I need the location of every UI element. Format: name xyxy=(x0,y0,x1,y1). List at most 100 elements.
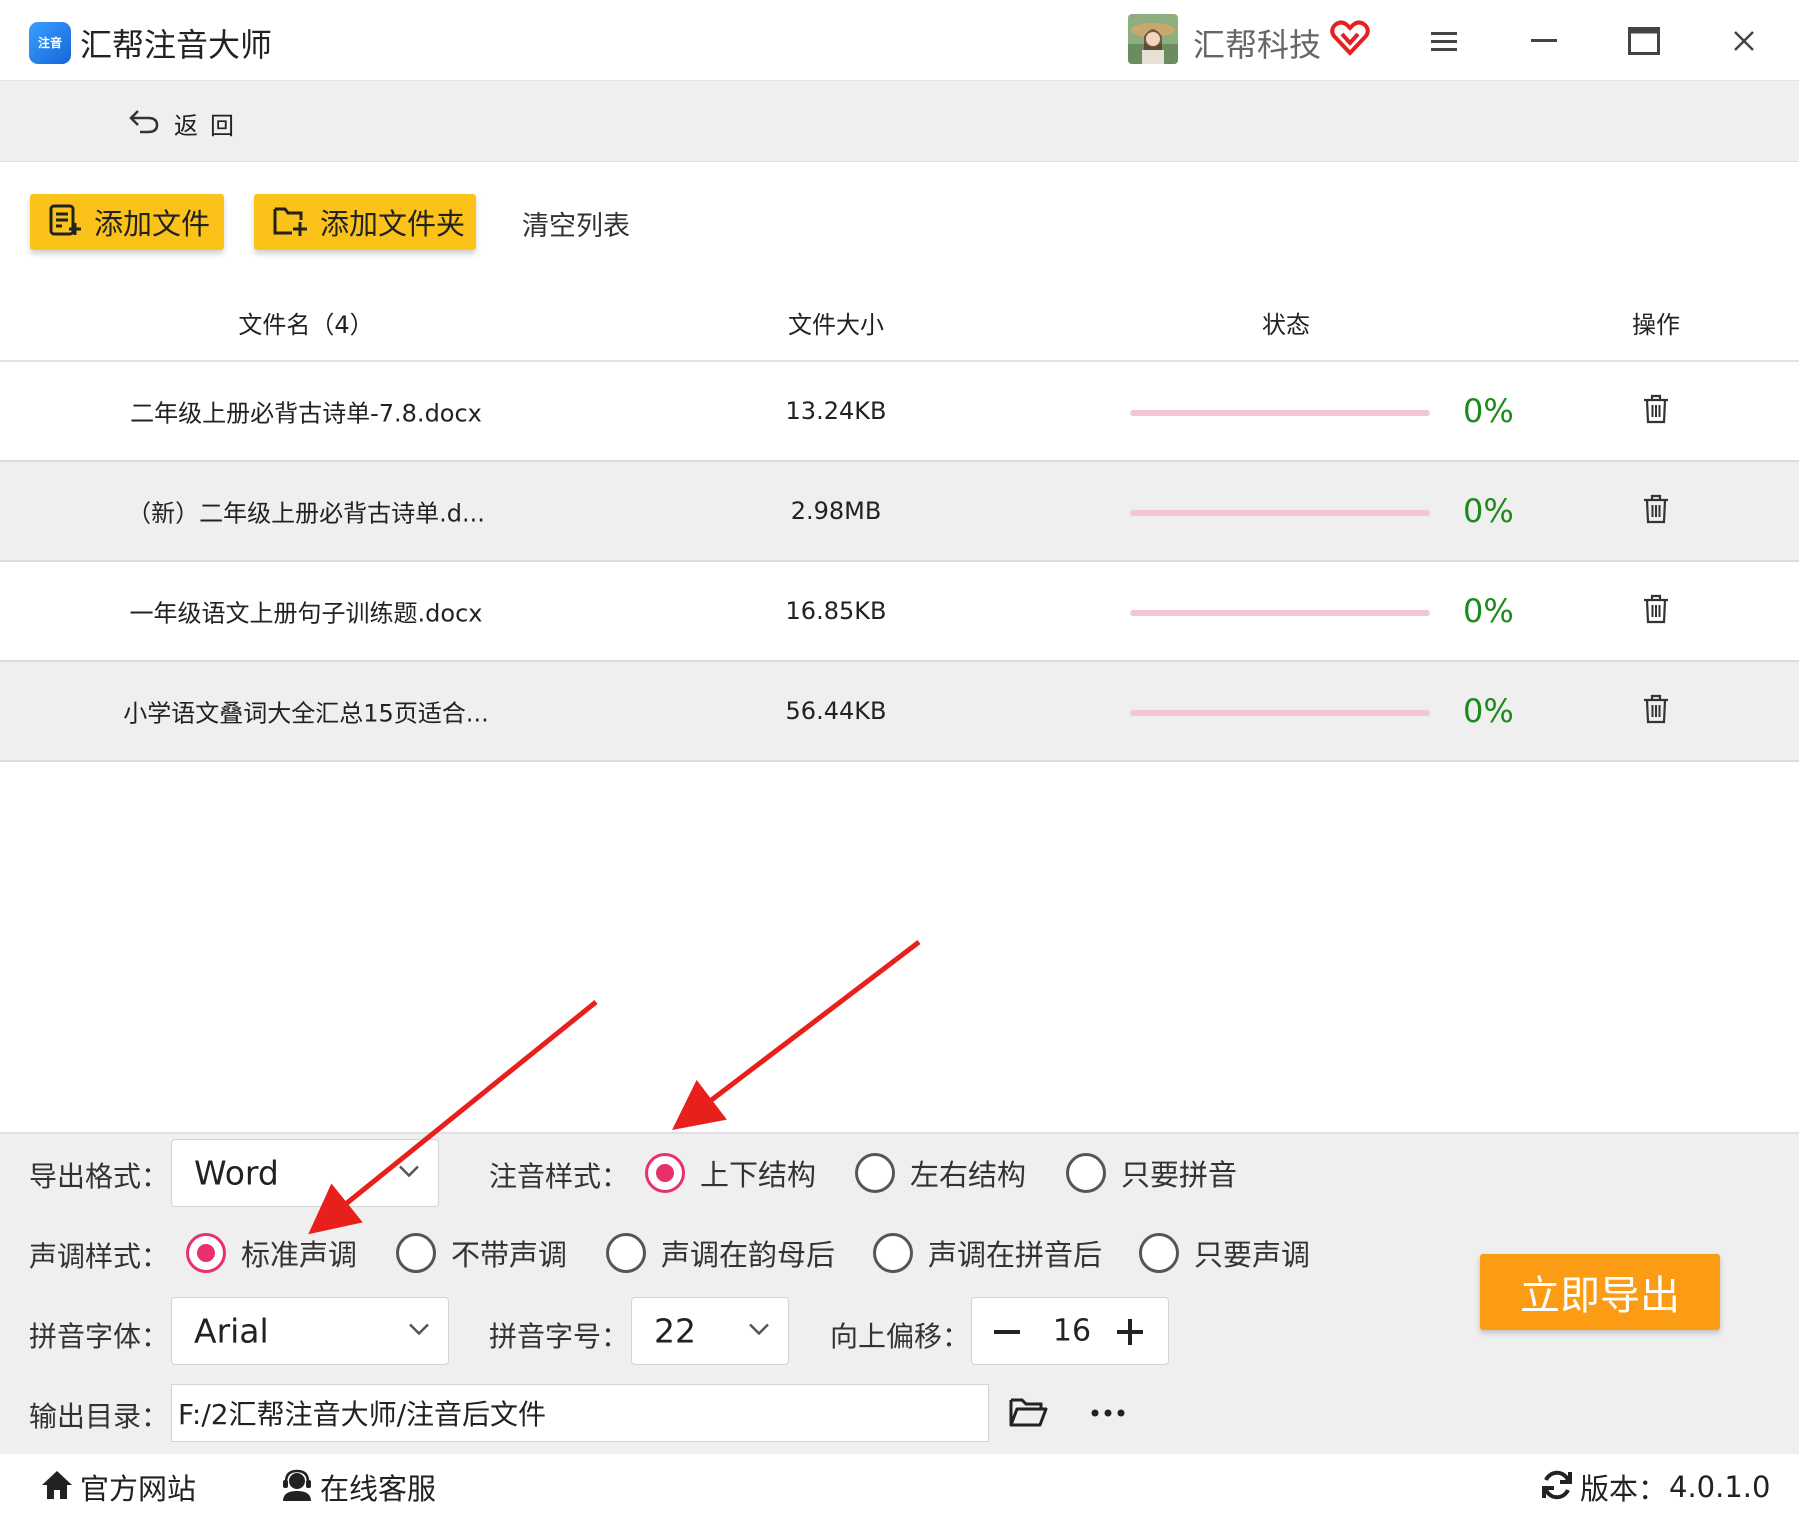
table-row[interactable]: （新）二年级上册必背古诗单.d... 2.98MB 0% xyxy=(0,462,1799,562)
increment-button[interactable] xyxy=(1110,1312,1150,1352)
pinyin-style-label: 注音样式： xyxy=(489,1160,630,1193)
progress-percent: 0% xyxy=(1463,492,1514,530)
export-format-value: Word xyxy=(194,1153,279,1193)
vip-heart-icon[interactable] xyxy=(1330,20,1370,56)
chevron-down-icon xyxy=(748,1322,770,1341)
file-name: 一年级语文上册句子训练题.docx xyxy=(129,599,483,628)
app-window: 注音 汇帮注音大师 汇帮科技 返回 添加文件 添加文件夹 清空列表 文件名（4）… xyxy=(0,0,1799,1519)
back-bar: 返回 xyxy=(0,80,1799,162)
radio-pinyin-style-vertical[interactable]: 上下结构 xyxy=(645,1152,816,1194)
radio-label: 只要声调 xyxy=(1194,1238,1311,1272)
app-logo: 注音 xyxy=(29,22,71,64)
version-value: 4.0.1.0 xyxy=(1669,1470,1771,1504)
progress-bar xyxy=(1130,710,1430,716)
file-size: 13.24KB xyxy=(785,397,887,425)
online-support-link[interactable]: 在线客服 xyxy=(280,1466,436,1508)
radio-circle xyxy=(606,1233,646,1273)
minimize-icon[interactable] xyxy=(1521,18,1567,64)
close-icon[interactable] xyxy=(1721,18,1767,64)
add-file-label: 添加文件 xyxy=(94,207,211,241)
clear-list-button[interactable]: 清空列表 xyxy=(522,204,630,243)
trash-icon[interactable] xyxy=(1642,394,1670,428)
radio-circle xyxy=(396,1233,436,1273)
radio-circle xyxy=(873,1233,913,1273)
pinyin-font-label: 拼音字体： xyxy=(29,1320,170,1353)
progress-bar xyxy=(1130,410,1430,416)
more-icon[interactable] xyxy=(1090,1404,1126,1423)
radio-label: 只要拼音 xyxy=(1121,1158,1238,1192)
maximize-icon[interactable] xyxy=(1621,18,1667,64)
column-header-size: 文件大小 xyxy=(788,311,884,339)
file-size: 56.44KB xyxy=(785,697,887,725)
table-row[interactable]: 小学语文叠词大全汇总15页适合... 56.44KB 0% xyxy=(0,662,1799,762)
export-format-label: 导出格式： xyxy=(29,1160,170,1193)
column-header-action: 操作 xyxy=(1632,311,1680,339)
radio-tone-after-final[interactable]: 声调在韵母后 xyxy=(606,1232,835,1274)
app-logo-text: 注音 xyxy=(37,36,62,50)
export-now-button[interactable]: 立即导出 xyxy=(1480,1254,1720,1330)
folder-icon[interactable] xyxy=(1008,1395,1048,1433)
chevron-down-icon xyxy=(398,1164,420,1183)
add-file-icon xyxy=(48,203,82,241)
avatar[interactable] xyxy=(1128,14,1178,64)
offset-stepper: 16 xyxy=(971,1297,1169,1365)
file-size: 16.85KB xyxy=(785,597,887,625)
table-row[interactable]: 一年级语文上册句子训练题.docx 16.85KB 0% xyxy=(0,562,1799,662)
progress-bar xyxy=(1130,610,1430,616)
pinyin-size-label: 拼音字号： xyxy=(489,1320,630,1353)
pinyin-font-select[interactable]: Arial xyxy=(171,1297,449,1365)
radio-tone-only[interactable]: 只要声调 xyxy=(1139,1232,1310,1274)
chevron-down-icon xyxy=(408,1322,430,1341)
pinyin-font-value: Arial xyxy=(194,1311,269,1351)
back-button[interactable]: 返回 xyxy=(128,103,246,143)
radio-tone-standard[interactable]: 标准声调 xyxy=(186,1232,357,1274)
radio-circle xyxy=(1066,1153,1106,1193)
file-name: 二年级上册必背古诗单-7.8.docx xyxy=(130,399,482,428)
version-label: 版本： xyxy=(1580,1472,1668,1506)
radio-label: 标准声调 xyxy=(241,1238,358,1272)
table-row[interactable]: 二年级上册必背古诗单-7.8.docx 13.24KB 0% xyxy=(0,362,1799,462)
output-dir-input[interactable] xyxy=(171,1384,989,1442)
back-icon xyxy=(128,107,160,139)
add-folder-icon xyxy=(272,203,308,241)
decrement-button[interactable] xyxy=(990,1312,1026,1352)
progress-percent: 0% xyxy=(1463,592,1514,630)
back-label: 返回 xyxy=(174,111,246,140)
radio-label: 声调在韵母后 xyxy=(661,1238,836,1272)
offset-value[interactable]: 16 xyxy=(1053,1314,1091,1349)
radio-label: 上下结构 xyxy=(700,1158,817,1192)
trash-icon[interactable] xyxy=(1642,494,1670,528)
progress-percent: 0% xyxy=(1463,692,1514,730)
menu-icon[interactable] xyxy=(1421,18,1467,64)
radio-circle xyxy=(186,1233,226,1273)
radio-circle xyxy=(1139,1233,1179,1273)
trash-icon[interactable] xyxy=(1642,594,1670,628)
footer: 官方网站 在线客服 版本： 4.0.1.0 xyxy=(0,1454,1799,1519)
file-size: 2.98MB xyxy=(790,497,882,525)
title-bar: 注音 汇帮注音大师 汇帮科技 xyxy=(0,0,1799,80)
add-file-button[interactable]: 添加文件 xyxy=(30,194,224,250)
column-header-status: 状态 xyxy=(1262,311,1310,339)
app-title: 汇帮注音大师 xyxy=(80,26,273,64)
file-name: （新）二年级上册必背古诗单.d... xyxy=(127,499,485,528)
home-icon xyxy=(40,1469,74,1505)
radio-pinyin-style-horizontal[interactable]: 左右结构 xyxy=(855,1152,1026,1194)
radio-label: 声调在拼音后 xyxy=(928,1238,1103,1272)
radio-tone-none[interactable]: 不带声调 xyxy=(396,1232,567,1274)
trash-icon[interactable] xyxy=(1642,694,1670,728)
export-format-select[interactable]: Word xyxy=(171,1139,439,1207)
radio-pinyin-style-pinyin-only[interactable]: 只要拼音 xyxy=(1066,1152,1237,1194)
headset-user-icon xyxy=(280,1469,314,1505)
pinyin-size-value: 22 xyxy=(654,1311,696,1351)
official-website-link[interactable]: 官方网站 xyxy=(40,1466,196,1508)
online-support-label: 在线客服 xyxy=(320,1472,437,1506)
radio-tone-after-pinyin[interactable]: 声调在拼音后 xyxy=(873,1232,1102,1274)
refresh-icon[interactable] xyxy=(1540,1468,1574,1506)
add-folder-button[interactable]: 添加文件夹 xyxy=(254,194,476,250)
add-folder-label: 添加文件夹 xyxy=(320,207,466,241)
pinyin-size-select[interactable]: 22 xyxy=(631,1297,789,1365)
official-website-label: 官方网站 xyxy=(80,1472,197,1506)
company-name: 汇帮科技 xyxy=(1193,26,1322,64)
output-dir-label: 输出目录： xyxy=(29,1400,170,1433)
version-info: 版本： 4.0.1.0 xyxy=(1540,1466,1770,1508)
